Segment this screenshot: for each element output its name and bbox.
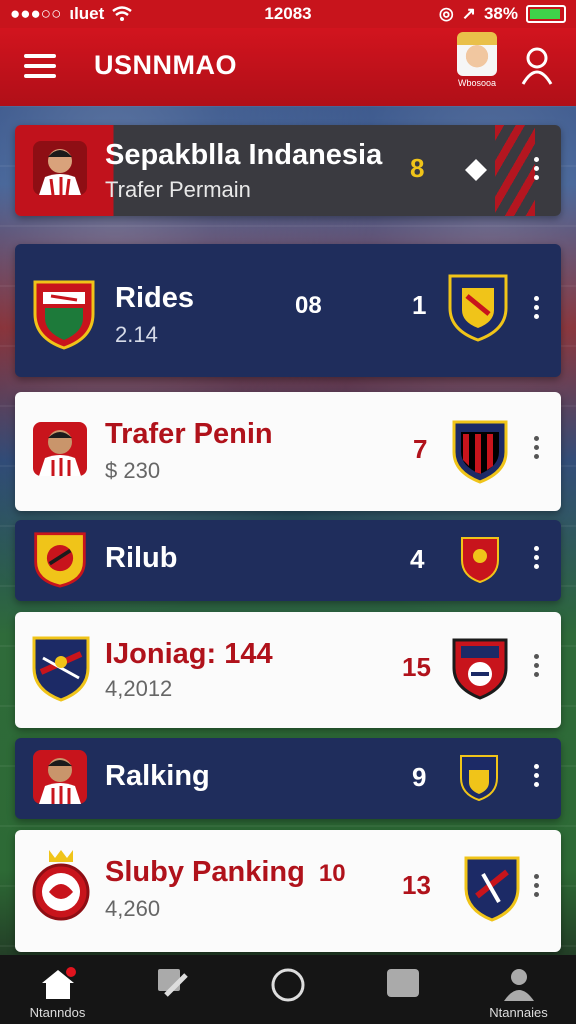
nav-profile-label: Ntannaies xyxy=(489,1005,548,1020)
app-header: USNNMAO Wbosooa xyxy=(0,28,576,106)
nav-home[interactable]: Ntanndos xyxy=(0,955,115,1024)
card-count: 7 xyxy=(413,434,428,464)
list-card[interactable]: IJoniag: 144 4,2012 15 xyxy=(15,612,561,728)
club-crest-icon xyxy=(32,850,90,921)
club-crest-icon xyxy=(33,280,95,350)
card-title: Rides xyxy=(115,282,194,314)
card-title: Sepakblla Indanesia xyxy=(105,139,383,171)
profile-caption: Wbosooa xyxy=(457,78,497,88)
card-title-suffix: 10 xyxy=(318,860,346,887)
more-options-icon[interactable] xyxy=(531,436,541,464)
list-card[interactable]: Trafer Penin $ 230 7 xyxy=(15,392,561,511)
app-title: USNNMAO xyxy=(94,50,237,80)
battery-icon xyxy=(526,5,566,23)
card-count: 8 xyxy=(410,153,425,183)
team-crest-icon xyxy=(448,274,508,342)
nav-profile[interactable]: Ntannaies xyxy=(461,955,576,1024)
profile-badge[interactable]: Wbosooa xyxy=(450,32,504,96)
status-time: 12083 xyxy=(264,4,312,23)
player-avatar-icon xyxy=(33,422,87,476)
menu-icon[interactable] xyxy=(24,54,56,78)
player-avatar-icon xyxy=(33,750,87,804)
team-crest-icon xyxy=(460,755,498,802)
team-crest-icon xyxy=(452,420,508,484)
nav-circle[interactable] xyxy=(230,955,345,1024)
player-avatar-icon xyxy=(457,32,497,76)
club-crest-icon xyxy=(32,636,90,702)
card-subtitle: 4,260 xyxy=(105,896,161,921)
player-avatar-icon xyxy=(33,141,87,196)
card-title-text: Sluby Panking xyxy=(105,856,305,888)
card-subtitle: 2.14 xyxy=(115,322,158,347)
list-card[interactable]: Rilub 4 xyxy=(15,520,561,601)
card-count: 15 xyxy=(402,652,431,682)
featured-card[interactable]: Sepakblla Indanesia Trafer Permain 8 xyxy=(15,125,561,216)
user-icon[interactable] xyxy=(520,46,554,86)
card-title: Sluby Panking 10 xyxy=(105,856,346,889)
list-card[interactable]: Rides 2.14 08 1 xyxy=(15,244,561,377)
card-title: Trafer Penin xyxy=(105,418,273,450)
profile-icon xyxy=(503,969,534,1001)
card-subtitle: Trafer Permain xyxy=(105,177,251,202)
card-count: 13 xyxy=(402,870,431,900)
more-options-icon[interactable] xyxy=(531,654,541,682)
more-options-icon[interactable] xyxy=(531,296,541,324)
team-crest-icon xyxy=(461,537,499,584)
more-options-icon[interactable] xyxy=(531,157,541,185)
more-options-icon[interactable] xyxy=(531,764,541,792)
more-options-icon[interactable] xyxy=(531,546,541,574)
bottom-nav: Ntanndos Ntannaies xyxy=(0,955,576,1024)
card-subtitle: $ 230 xyxy=(105,458,161,483)
team-crest-icon xyxy=(452,638,508,700)
card-count: 9 xyxy=(412,762,427,792)
card-count: 4 xyxy=(410,544,425,574)
status-bar: ●●●○○ ιluet 12083 ◎ ↗ 38% xyxy=(0,0,576,28)
stripe-decoration xyxy=(495,125,535,216)
team-crest-icon xyxy=(464,856,520,922)
edit-icon xyxy=(157,969,188,997)
card-subtitle: 4,2012 xyxy=(105,676,173,701)
club-crest-icon xyxy=(34,532,86,588)
list-card[interactable]: Ralking 9 xyxy=(15,738,561,819)
card-score: 08 xyxy=(295,292,322,319)
card-title: Ralking xyxy=(105,760,210,792)
nav-edit[interactable] xyxy=(115,955,230,1024)
card-title: Rilub xyxy=(105,542,178,574)
card-count: 1 xyxy=(412,290,427,320)
diamond-icon xyxy=(465,159,487,181)
square-icon xyxy=(386,969,419,997)
home-icon xyxy=(41,967,76,999)
nav-home-label: Ntanndos xyxy=(29,1005,86,1020)
more-options-icon[interactable] xyxy=(531,874,541,902)
circle-icon xyxy=(271,968,304,1002)
list-card[interactable]: Sluby Panking 10 4,260 13 xyxy=(15,830,561,952)
card-title: IJoniag: 144 xyxy=(105,638,273,670)
nav-square[interactable] xyxy=(345,955,460,1024)
